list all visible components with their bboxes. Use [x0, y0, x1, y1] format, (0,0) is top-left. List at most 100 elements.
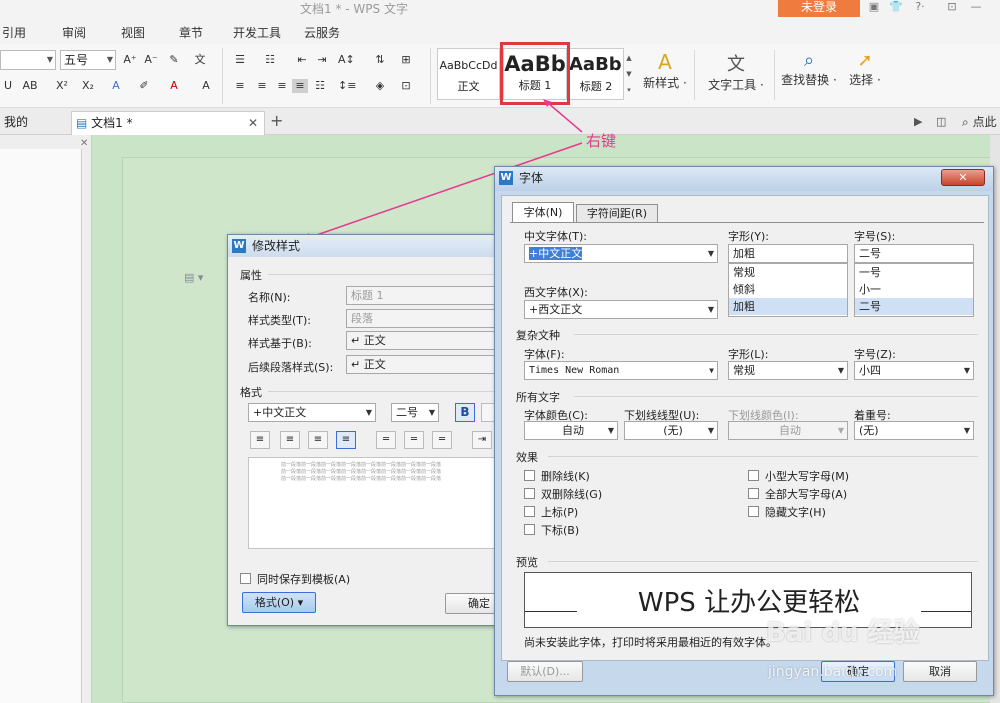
wps-logo-icon: W [499, 171, 513, 185]
size-list[interactable]: 一号 小一 二号 [854, 263, 974, 317]
properties-header: 属性 [240, 269, 262, 282]
style-list[interactable]: 常规 倾斜 加粗 [728, 263, 848, 317]
style-option-italic[interactable]: 倾斜 [729, 281, 847, 298]
watermark-logo: Bai du 经验 [766, 618, 920, 648]
emphasis-value: (无) [859, 424, 879, 437]
effects-header: 效果 [516, 451, 538, 464]
font-color-select[interactable]: 自动 ▼ [524, 421, 618, 440]
format-font-select[interactable]: +中文正文 ▼ [248, 403, 376, 422]
align-left-icon[interactable]: ≡ [250, 431, 270, 449]
west-font-value: +西文正文 [529, 303, 583, 316]
complex-style-label: 字形(L): [728, 348, 769, 361]
size-option-small1[interactable]: 小一 [855, 281, 973, 298]
style-type-label: 样式类型(T): [248, 314, 312, 327]
superscript-label: 上标(P) [541, 506, 579, 519]
small-caps-label: 小型大写字母(M) [765, 470, 850, 483]
spacing-single-icon[interactable]: ═ [376, 431, 396, 449]
preview-line-2: 前一段落前一段落前一段落前一段落前一段落前一段落前一段落前一段落 [281, 469, 442, 475]
align-justify-icon[interactable]: ≡ [336, 431, 356, 449]
size-label: 字号(S): [854, 230, 896, 243]
align-center-icon[interactable]: ≡ [280, 431, 300, 449]
underline-type-value: (无) [663, 424, 683, 437]
size-option-1[interactable]: 一号 [855, 264, 973, 281]
tab-font[interactable]: 字体(N) [512, 202, 574, 223]
tab-char-spacing[interactable]: 字符间距(R) [576, 204, 658, 223]
size-input[interactable]: 二号 [854, 244, 974, 263]
modify-style-title: 修改样式 [252, 239, 301, 253]
complex-script-header: 复杂文种 [516, 329, 560, 342]
west-font-label: 西文字体(X): [524, 286, 588, 299]
complex-size-value: 小四 [859, 364, 881, 377]
name-label: 名称(N): [248, 291, 291, 304]
style-option-bold[interactable]: 加粗 [729, 298, 847, 315]
cn-font-label: 中文字体(T): [524, 230, 588, 243]
based-on-label: 样式基于(B): [248, 337, 312, 350]
complex-style-value: 常规 [733, 364, 755, 377]
next-style-label: 后续段落样式(S): [248, 361, 334, 374]
preview-header: 预览 [516, 556, 538, 569]
font-color-value: 自动 [562, 424, 584, 437]
format-size-select[interactable]: 二号 ▼ [391, 403, 439, 422]
all-caps-label: 全部大写字母(A) [765, 488, 848, 501]
cn-font-value: +中文正文 [529, 247, 583, 260]
close-icon[interactable]: ✕ [941, 169, 985, 186]
complex-size-select[interactable]: 小四 ▼ [854, 361, 974, 380]
align-right-icon[interactable]: ≡ [308, 431, 328, 449]
preview-line-1: 前一段落前一段落前一段落前一段落前一段落前一段落前一段落前一段落 [281, 462, 442, 468]
style-option-regular[interactable]: 常规 [729, 264, 847, 281]
font-dialog-titlebar: W 字体 [495, 167, 993, 191]
spacing-double-icon[interactable]: ═ [432, 431, 452, 449]
complex-size-label: 字号(Z): [854, 348, 896, 361]
double-strikethrough-checkbox[interactable]: 双删除线(G) [524, 486, 602, 502]
font-dialog-body: 字体(N) 字符间距(R) 中文字体(T): +中文正文 ▼ 字形(Y): 加粗 … [501, 195, 989, 661]
bold-button[interactable]: B [455, 403, 475, 422]
font-dialog-title: 字体 [519, 171, 544, 185]
hidden-text-checkbox[interactable]: 隐藏文字(H) [748, 504, 826, 520]
cn-font-select[interactable]: +中文正文 ▼ [524, 244, 718, 263]
format-button[interactable]: 格式(O) ▾ [242, 592, 316, 613]
double-strikethrough-label: 双删除线(G) [541, 488, 603, 501]
format-header: 格式 [240, 386, 262, 399]
annotation-label: 右键 [586, 132, 617, 150]
size-option-2[interactable]: 二号 [855, 298, 973, 315]
style-input[interactable]: 加粗 [728, 244, 848, 263]
style-label: 字形(Y): [728, 230, 770, 243]
superscript-checkbox[interactable]: 上标(P) [524, 504, 578, 520]
underline-type-select[interactable]: (无) ▼ [624, 421, 718, 440]
style-type-select[interactable]: 段落 [346, 309, 506, 328]
emphasis-select[interactable]: (无) ▼ [854, 421, 974, 440]
underline-color-value: 自动 [779, 424, 801, 437]
format-font-value: +中文正文 [253, 406, 307, 419]
complex-font-label: 字体(F): [524, 348, 565, 361]
underline-color-select[interactable]: 自动 ▼ [728, 421, 848, 440]
save-template-checkbox[interactable]: 同时保存到模板(A) [240, 571, 350, 587]
font-note: 尚未安装此字体，打印时将采用最相近的有效字体。 [524, 636, 777, 649]
modify-style-titlebar: W 修改样式 [228, 235, 506, 257]
default-button[interactable]: 默认(D)... [507, 661, 583, 682]
complex-style-select[interactable]: 常规 ▼ [728, 361, 848, 380]
all-caps-checkbox[interactable]: 全部大写字母(A) [748, 486, 847, 502]
save-template-label: 同时保存到模板(A) [257, 573, 351, 586]
style-preview-box: 前一段落前一段落前一段落前一段落前一段落前一段落前一段落前一段落 前一段落前一段… [248, 457, 510, 549]
wps-logo-icon: W [232, 239, 246, 253]
based-on-select[interactable]: ↵ 正文 [346, 331, 506, 350]
font-cancel-button[interactable]: 取消 [903, 661, 977, 682]
spacing-15-icon[interactable]: ═ [404, 431, 424, 449]
west-font-select[interactable]: +西文正文 ▼ [524, 300, 718, 319]
strikethrough-checkbox[interactable]: 删除线(K) [524, 468, 590, 484]
small-caps-checkbox[interactable]: 小型大写字母(M) [748, 468, 849, 484]
complex-font-select[interactable]: Times New Roman ▼ [524, 361, 718, 380]
indent-icon[interactable]: ⇥ [472, 431, 492, 449]
strikethrough-label: 删除线(K) [541, 470, 590, 483]
complex-font-value: Times New Roman [529, 365, 620, 376]
format-size-value: 二号 [396, 406, 418, 419]
preview-line-3: 前一段落前一段落前一段落前一段落前一段落前一段落前一段落前一段落 [281, 476, 442, 482]
name-field[interactable]: 标题 1 [346, 286, 506, 305]
next-style-select[interactable]: ↵ 正文 [346, 355, 506, 374]
all-text-header: 所有文字 [516, 391, 560, 404]
subscript-checkbox[interactable]: 下标(B) [524, 522, 579, 538]
hidden-text-label: 隐藏文字(H) [765, 506, 826, 519]
watermark-url: jingyan.baidu.com [768, 664, 898, 680]
modify-style-dialog: W 修改样式 属性 名称(N): 标题 1 样式类型(T): 段落 样式基于(B… [227, 234, 513, 626]
subscript-label: 下标(B) [541, 524, 580, 537]
